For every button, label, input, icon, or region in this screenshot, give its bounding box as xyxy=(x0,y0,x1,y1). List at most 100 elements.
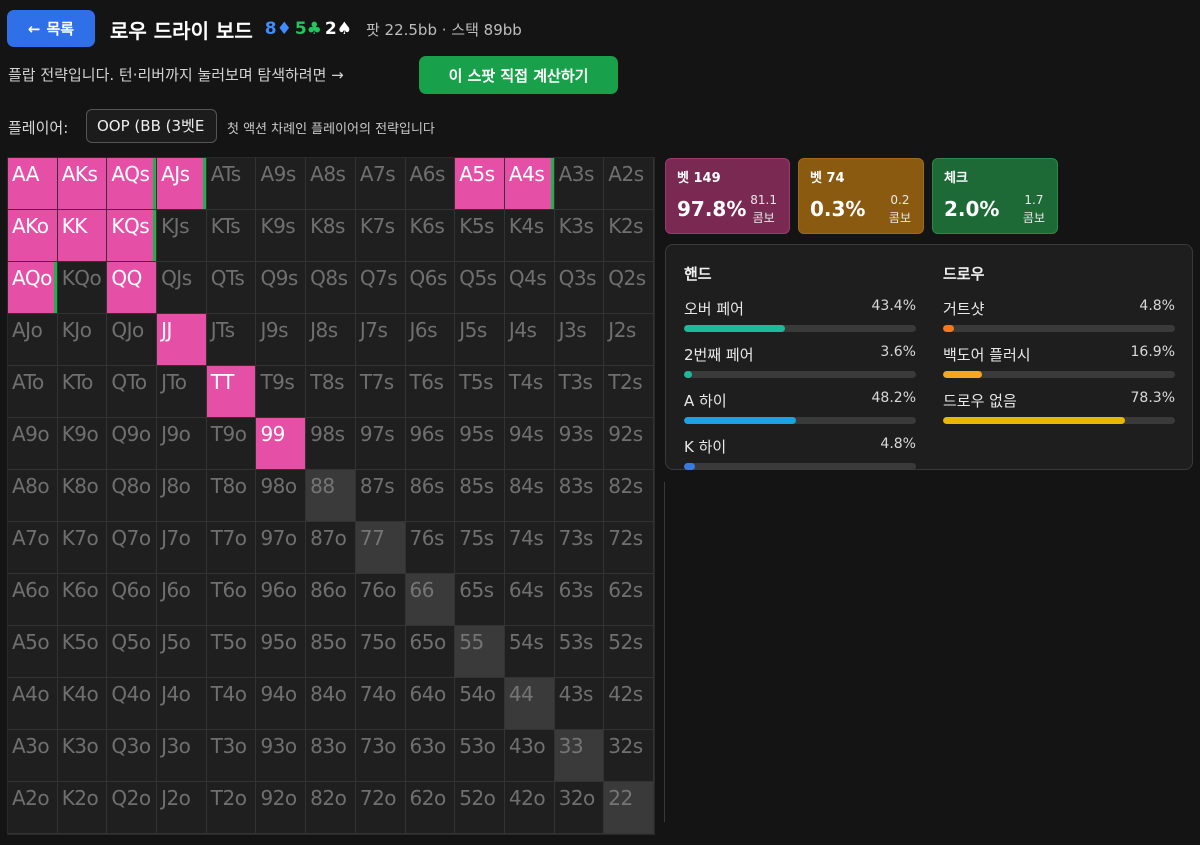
range-cell[interactable]: A3o xyxy=(8,730,58,782)
range-cell[interactable]: T5s xyxy=(455,366,505,418)
range-cell[interactable]: T7o xyxy=(206,522,257,574)
range-cell[interactable]: AKs xyxy=(57,158,108,210)
range-cell[interactable]: Q4s xyxy=(504,262,555,314)
range-cell[interactable]: Q6s xyxy=(405,262,456,314)
range-cell[interactable]: A2o xyxy=(8,782,58,834)
range-cell[interactable]: 64s xyxy=(504,574,555,626)
range-cell[interactable]: 96o xyxy=(256,574,307,626)
range-cell[interactable]: K9o xyxy=(57,418,108,470)
range-cell[interactable]: T9o xyxy=(206,418,257,470)
range-cell[interactable]: J3s xyxy=(554,314,605,366)
range-cell[interactable]: A7o xyxy=(8,522,58,574)
range-cell[interactable]: KQs xyxy=(107,210,158,262)
range-cell[interactable]: 53s xyxy=(554,626,605,678)
range-cell[interactable]: 74o xyxy=(355,678,406,730)
range-cell[interactable]: Q2o xyxy=(107,782,158,834)
range-cell[interactable]: A5o xyxy=(8,626,58,678)
range-cell[interactable]: J6o xyxy=(157,574,207,626)
range-cell[interactable]: Q5s xyxy=(455,262,505,314)
range-cell[interactable]: AJo xyxy=(8,314,58,366)
range-cell[interactable]: 87o xyxy=(306,522,356,574)
range-cell[interactable]: J4s xyxy=(504,314,555,366)
range-cell[interactable]: 98o xyxy=(256,470,307,522)
range-cell[interactable]: J4o xyxy=(157,678,207,730)
range-cell[interactable]: 52o xyxy=(455,782,505,834)
range-cell[interactable]: 44 xyxy=(504,678,555,730)
range-cell[interactable]: 54o xyxy=(455,678,505,730)
range-cell[interactable]: ATo xyxy=(8,366,58,418)
range-cell[interactable]: 85s xyxy=(455,470,505,522)
range-cell[interactable]: T5o xyxy=(206,626,257,678)
range-cell[interactable]: QJo xyxy=(107,314,158,366)
range-cell[interactable]: 54s xyxy=(504,626,555,678)
range-cell[interactable]: 53o xyxy=(455,730,505,782)
range-cell[interactable]: 93o xyxy=(256,730,307,782)
range-cell[interactable]: J7s xyxy=(355,314,406,366)
range-cell[interactable]: K8s xyxy=(306,210,356,262)
range-cell[interactable]: 82o xyxy=(306,782,356,834)
range-cell[interactable]: JJ xyxy=(157,314,207,366)
range-cell[interactable]: A8o xyxy=(8,470,58,522)
range-cell[interactable]: K7s xyxy=(355,210,406,262)
action-check[interactable]: 체크 1.7 콤보 2.0% xyxy=(932,158,1058,234)
range-cell[interactable]: QTs xyxy=(206,262,257,314)
range-cell[interactable]: J9s xyxy=(256,314,307,366)
range-cell[interactable]: AJs xyxy=(157,158,207,210)
range-cell[interactable]: K6o xyxy=(57,574,108,626)
range-cell[interactable]: ATs xyxy=(206,158,257,210)
range-cell[interactable]: J2o xyxy=(157,782,207,834)
range-cell[interactable]: 85o xyxy=(306,626,356,678)
range-cell[interactable]: J9o xyxy=(157,418,207,470)
range-cell[interactable]: 55 xyxy=(455,626,505,678)
range-cell[interactable]: QQ xyxy=(107,262,158,314)
range-cell[interactable]: Q9o xyxy=(107,418,158,470)
range-cell[interactable]: A5s xyxy=(455,158,505,210)
range-cell[interactable]: K8o xyxy=(57,470,108,522)
range-cell[interactable]: Q5o xyxy=(107,626,158,678)
range-cell[interactable]: Q4o xyxy=(107,678,158,730)
range-cell[interactable]: A9s xyxy=(256,158,307,210)
range-cell[interactable]: 95o xyxy=(256,626,307,678)
range-cell[interactable]: Q8o xyxy=(107,470,158,522)
range-cell[interactable]: 87s xyxy=(355,470,406,522)
range-cell[interactable]: 82s xyxy=(604,470,654,522)
range-cell[interactable]: 43s xyxy=(554,678,605,730)
range-cell[interactable]: 75o xyxy=(355,626,406,678)
range-cell[interactable]: 65o xyxy=(405,626,456,678)
range-cell[interactable]: 63o xyxy=(405,730,456,782)
range-cell[interactable]: T7s xyxy=(355,366,406,418)
range-cell[interactable]: K4o xyxy=(57,678,108,730)
range-cell[interactable]: 83o xyxy=(306,730,356,782)
range-cell[interactable]: 42o xyxy=(504,782,555,834)
range-cell[interactable]: JTo xyxy=(157,366,207,418)
range-cell[interactable]: J8s xyxy=(306,314,356,366)
range-cell[interactable]: 92s xyxy=(604,418,654,470)
range-cell[interactable]: Q6o xyxy=(107,574,158,626)
range-cell[interactable]: A7s xyxy=(355,158,406,210)
back-button[interactable]: ← 목록 xyxy=(7,10,95,47)
range-cell[interactable]: 62s xyxy=(604,574,654,626)
range-cell[interactable]: 76o xyxy=(355,574,406,626)
action-bet-149[interactable]: 벳 149 81.1 콤보 97.8% xyxy=(665,158,790,234)
range-cell[interactable]: 77 xyxy=(355,522,406,574)
range-cell[interactable]: 93s xyxy=(554,418,605,470)
range-cell[interactable]: T4o xyxy=(206,678,257,730)
range-cell[interactable]: 42s xyxy=(604,678,654,730)
range-cell[interactable]: Q8s xyxy=(306,262,356,314)
range-cell[interactable]: J6s xyxy=(405,314,456,366)
range-cell[interactable]: A4o xyxy=(8,678,58,730)
range-cell[interactable]: A8s xyxy=(306,158,356,210)
range-cell[interactable]: KTs xyxy=(206,210,257,262)
range-cell[interactable]: 95s xyxy=(455,418,505,470)
range-cell[interactable]: 52s xyxy=(604,626,654,678)
range-cell[interactable]: Q7o xyxy=(107,522,158,574)
range-cell[interactable]: A6o xyxy=(8,574,58,626)
range-cell[interactable]: AKo xyxy=(8,210,58,262)
range-cell[interactable]: K6s xyxy=(405,210,456,262)
range-cell[interactable]: 63s xyxy=(554,574,605,626)
range-cell[interactable]: T8o xyxy=(206,470,257,522)
range-cell[interactable]: J5s xyxy=(455,314,505,366)
range-cell[interactable]: 86o xyxy=(306,574,356,626)
range-cell[interactable]: AA xyxy=(8,158,58,210)
range-cell[interactable]: T3o xyxy=(206,730,257,782)
